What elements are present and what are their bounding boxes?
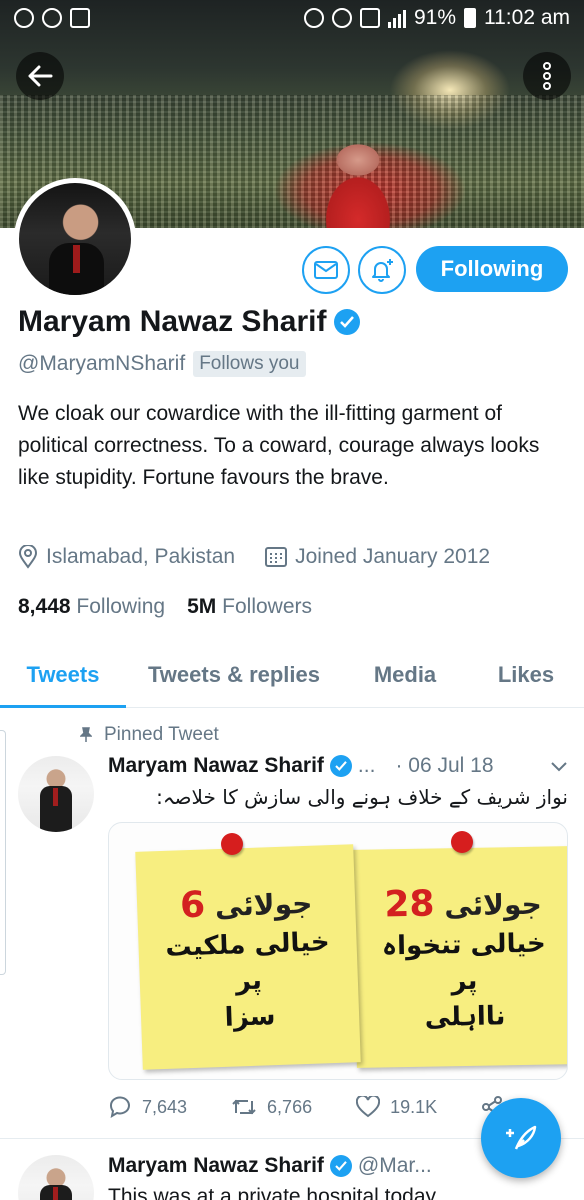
tweet-header: Maryam Nawaz Sharif @Mar... [108, 1154, 432, 1178]
tab-tweets[interactable]: Tweets [0, 648, 126, 708]
profile-handle: @MaryamNSharif [18, 352, 186, 375]
retweet-icon [232, 1099, 256, 1115]
tweet-date: · 06 Jul 18 [395, 754, 494, 777]
note-line: جولائی [214, 886, 313, 923]
scroll-indicator [0, 730, 6, 975]
profile-location: Islamabad, Pakistan [46, 545, 236, 568]
status-bar: 91% 11:02 am [0, 0, 584, 36]
pushpin-icon [221, 833, 243, 855]
tweet-handle: ... [357, 754, 376, 777]
profile-name: Maryam Nawaz Sharif [18, 305, 327, 338]
alarm-icon [303, 8, 324, 28]
verified-icon [329, 1155, 352, 1177]
retweet-action[interactable]: 6,766 [231, 1097, 312, 1118]
tweet-avatar[interactable] [18, 1155, 94, 1200]
note-line: نااہلی [424, 1000, 506, 1033]
tweet-media[interactable]: 28 جولائی خیالی تنخواہ پر نااہلی 6 جولائ… [108, 822, 568, 1080]
battery-percent: 91% [413, 6, 456, 29]
followers-count: 5M [187, 595, 217, 618]
tweet-actions: 7,643 6,766 19.1K [108, 1096, 503, 1118]
speaker-figure [318, 140, 398, 228]
tweet-handle: @Mar... [357, 1154, 432, 1177]
note-line: خیالی تنخواہ [381, 928, 546, 961]
tweet-text: نواز شریف کے خلاف ہونے والی سازش کا خلاص… [156, 785, 568, 809]
retweet-count: 6,766 [267, 1096, 313, 1117]
reply-count: 7,643 [142, 1096, 188, 1117]
notifications-button[interactable] [358, 246, 406, 294]
signal-icon [387, 8, 406, 28]
like-count: 19.1K [390, 1096, 438, 1117]
arrow-left-icon [28, 65, 53, 87]
profile-meta: Islamabad, Pakistan Joined January 2012 [18, 545, 490, 569]
tweet-header: Maryam Nawaz Sharif ... · 06 Jul 18 [108, 754, 494, 778]
tweet-avatar[interactable] [18, 756, 94, 832]
following-button[interactable]: Following [416, 246, 568, 292]
pin-icon [80, 727, 92, 742]
handle-row: @MaryamNSharif Follows you [18, 351, 306, 377]
pinned-label: Pinned Tweet [104, 724, 219, 745]
note-line: پر [235, 965, 263, 996]
location-pin-icon [18, 545, 38, 569]
pinned-label-row: Pinned Tweet [80, 724, 219, 746]
note-line: پر [451, 965, 478, 996]
tweet-author[interactable]: Maryam Nawaz Sharif [108, 754, 324, 778]
reply-action[interactable]: 7,643 [108, 1096, 187, 1118]
like-action[interactable]: 19.1K [356, 1096, 437, 1118]
note-number: 28 [384, 883, 435, 925]
heart-icon [356, 1096, 381, 1118]
tab-media[interactable]: Media [342, 648, 468, 707]
whatsapp-icon [42, 8, 62, 28]
profile-name-row: Maryam Nawaz Sharif [18, 305, 361, 339]
battery-icon [464, 8, 476, 28]
tweet-text: This was at a private hospital today [108, 1185, 437, 1200]
calendar-icon [265, 547, 288, 567]
note-line: خیالی ملکیت [164, 926, 331, 963]
sticky-note-right: 28 جولائی خیالی تنخواہ پر نااہلی [353, 846, 567, 1068]
following-label: Following [76, 595, 166, 618]
chevron-down-icon[interactable] [551, 762, 567, 772]
tab-likes[interactable]: Likes [468, 648, 584, 707]
tweet-author[interactable]: Maryam Nawaz Sharif [108, 1154, 324, 1178]
wifi-icon [331, 8, 352, 28]
pushpin-icon [451, 831, 473, 853]
compose-feather-icon [506, 1125, 537, 1150]
whatsapp-icon [14, 8, 34, 28]
profile-tabs: Tweets Tweets & replies Media Likes [0, 648, 584, 708]
more-vertical-icon [543, 62, 551, 90]
note-number: 6 [179, 883, 206, 926]
followers-label: Followers [222, 595, 313, 618]
sticky-note-left: 6 جولائی خیالی ملکیت پر سزا [135, 844, 361, 1070]
settings-icon [70, 8, 90, 28]
more-options-button[interactable] [523, 52, 571, 100]
note-line: سزا [224, 1000, 276, 1033]
note-line: جولائی [444, 887, 543, 922]
message-button[interactable] [302, 246, 350, 294]
verified-icon [334, 309, 361, 335]
bell-plus-icon [372, 259, 393, 282]
envelope-icon [314, 261, 338, 279]
profile-avatar[interactable] [14, 178, 136, 300]
profile-bio: We cloak our cowardice with the ill-fitt… [18, 402, 540, 489]
following-link[interactable]: 8,448 Following [18, 595, 165, 619]
clock: 11:02 am [484, 6, 570, 29]
follows-you-badge: Follows you [193, 351, 306, 377]
reply-icon [109, 1096, 130, 1118]
compose-tweet-button[interactable] [481, 1098, 561, 1178]
profile-stats: 8,448 Following 5M Followers [18, 595, 312, 619]
profile-joined: Joined January 2012 [295, 545, 491, 568]
tab-tweets-replies[interactable]: Tweets & replies [126, 648, 342, 707]
following-count: 8,448 [18, 595, 71, 618]
verified-icon [329, 755, 352, 777]
followers-link[interactable]: 5M Followers [187, 595, 312, 619]
data-icon [359, 8, 380, 28]
back-button[interactable] [16, 52, 64, 100]
